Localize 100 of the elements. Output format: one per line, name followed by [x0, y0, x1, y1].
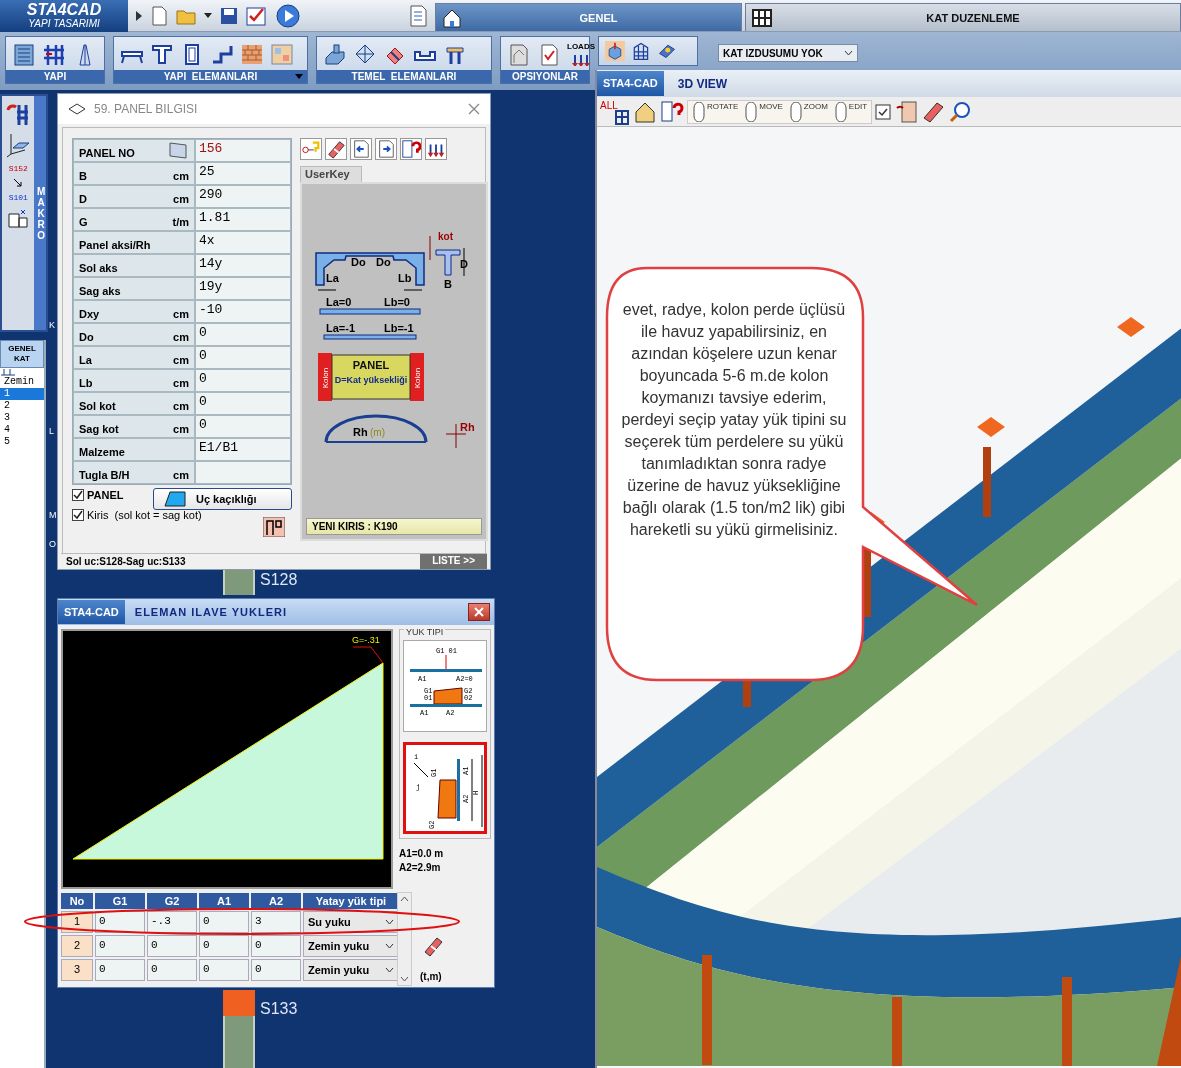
load-type-dropdown[interactable]: Zemin yuku	[303, 959, 399, 981]
field-label: Tugla B/H cm	[73, 461, 195, 484]
mouse-mode-label: EDIT	[848, 101, 868, 111]
close-icon[interactable]	[468, 103, 480, 115]
column-label: S128	[260, 571, 298, 589]
value-field[interactable]	[195, 461, 291, 484]
load-type-dropdown[interactable]: Zemin yuku	[303, 935, 399, 957]
save-icon[interactable]	[220, 6, 238, 25]
value-field[interactable]: 290	[195, 185, 291, 208]
search-help-icon[interactable]	[400, 138, 422, 160]
close-button[interactable]	[468, 603, 490, 621]
field-label: Dxy cm	[73, 300, 195, 323]
field-label: Sol aks	[73, 254, 195, 277]
chevron-icon	[385, 967, 394, 973]
table-cell[interactable]: 0	[199, 911, 249, 933]
list-button[interactable]: LISTE >>	[420, 553, 487, 569]
field-label: G t/m	[73, 208, 195, 231]
arrow-icon	[13, 179, 24, 187]
column-view-icon[interactable]	[263, 517, 285, 537]
floor-item[interactable]: 3	[0, 412, 44, 424]
value-field[interactable]: 0	[195, 369, 291, 392]
floor-item[interactable]: 1	[0, 388, 44, 400]
zoom-page-icon[interactable]	[948, 99, 973, 124]
mouse-icon	[692, 101, 706, 122]
value-field[interactable]: -10	[195, 300, 291, 323]
group-label: YAPI	[6, 70, 104, 83]
next-page-icon[interactable]	[375, 138, 397, 160]
value-field[interactable]: 0	[195, 323, 291, 346]
value-field[interactable]: E1/B1	[195, 438, 291, 461]
value-field[interactable]: 14y	[195, 254, 291, 277]
tab[interactable]: KAT DUZENLEME	[745, 3, 1181, 31]
field-label: Do cm	[73, 323, 195, 346]
mouse-icon	[788, 101, 803, 122]
checkbox[interactable]	[72, 509, 84, 521]
load-arrows-icon[interactable]	[425, 138, 447, 160]
group-label: TEMEL ELEMANLARI	[317, 70, 491, 83]
building-icon[interactable]	[12, 41, 36, 66]
column-header: No	[61, 893, 93, 909]
offset-button[interactable]: Uç kaçıklığı	[153, 488, 292, 510]
logo-subtitle: YAPI TASARIMI	[28, 18, 100, 29]
mouse-mode-label: ZOOM	[803, 101, 828, 111]
source-label: S152	[8, 164, 28, 173]
panel-icon	[169, 141, 189, 159]
floor-item[interactable]: 5	[0, 436, 44, 448]
eraser-icon[interactable]	[422, 935, 444, 957]
column-header: A2	[251, 893, 301, 909]
layout-icon[interactable]	[894, 99, 919, 124]
axis-label: K	[48, 320, 56, 330]
field-label: Sag aks	[73, 277, 195, 300]
checkbox-icon[interactable]	[875, 103, 892, 120]
field-label: Sag kot cm	[73, 415, 195, 438]
column-header: Yatay yük tipi	[303, 893, 399, 909]
value-field[interactable]: 19y	[195, 277, 291, 300]
target-label: S101	[8, 193, 28, 202]
value-field[interactable]: 0	[195, 346, 291, 369]
eraser-icon[interactable]	[325, 138, 347, 160]
footing-icon[interactable]	[323, 41, 347, 66]
play-icon[interactable]	[276, 3, 300, 28]
value-field[interactable]: 1.81	[195, 208, 291, 231]
table-cell[interactable]: -.3	[147, 911, 197, 933]
row-number: 3	[61, 959, 93, 981]
floor-item[interactable]: 2	[0, 400, 44, 412]
previous-page-icon[interactable]	[350, 138, 372, 160]
scrollbar[interactable]	[397, 892, 412, 986]
search-help-icon[interactable]	[660, 99, 684, 124]
tab[interactable]: GENEL	[435, 3, 742, 31]
table-cell[interactable]: 3	[251, 911, 301, 933]
table-cell[interactable]: 0	[147, 959, 197, 981]
table-cell[interactable]: 0	[95, 935, 145, 957]
new-beam-label: YENI KIRIS : K190	[306, 518, 482, 535]
value-field[interactable]: 25	[195, 162, 291, 185]
window-title: ELEMAN ILAVE YUKLERI	[134, 606, 288, 618]
column-header: G2	[147, 893, 197, 909]
floor-item[interactable]: Zemin	[0, 376, 44, 388]
value-field[interactable]: 0	[195, 415, 291, 438]
table-cell[interactable]: 0	[251, 935, 301, 957]
grid-building-icon[interactable]	[631, 41, 651, 61]
field-label: La cm	[73, 346, 195, 369]
value-field[interactable]: 0	[195, 392, 291, 415]
value-field[interactable]: 4x	[195, 231, 291, 254]
value-field[interactable]: 156	[195, 139, 291, 162]
floor-projection-dropdown[interactable]: KAT IZDUSUMU YOK	[718, 44, 858, 62]
userkey-tab[interactable]: UserKey	[300, 166, 362, 182]
document-list-icon[interactable]	[409, 4, 427, 27]
table-cell[interactable]: 0	[147, 935, 197, 957]
building-section-icon[interactable]	[7, 208, 30, 228]
caret-icon[interactable]	[204, 13, 212, 18]
mouse-mode-label: ROTATE	[707, 101, 739, 111]
caret-icon[interactable]	[136, 10, 142, 21]
table-cell[interactable]: 0	[251, 959, 301, 981]
floor-item[interactable]: 4	[0, 424, 44, 436]
axes-icon[interactable]	[5, 132, 32, 158]
node-help-icon[interactable]	[300, 138, 322, 160]
table-cell[interactable]: 0	[199, 935, 249, 957]
checkbox[interactable]	[72, 489, 84, 501]
elevation-document-icon[interactable]	[507, 41, 531, 66]
table-cell[interactable]: 0	[199, 959, 249, 981]
table-cell[interactable]: 0	[95, 959, 145, 981]
new-document-icon[interactable]	[150, 5, 168, 26]
checklist-icon[interactable]	[246, 5, 268, 26]
